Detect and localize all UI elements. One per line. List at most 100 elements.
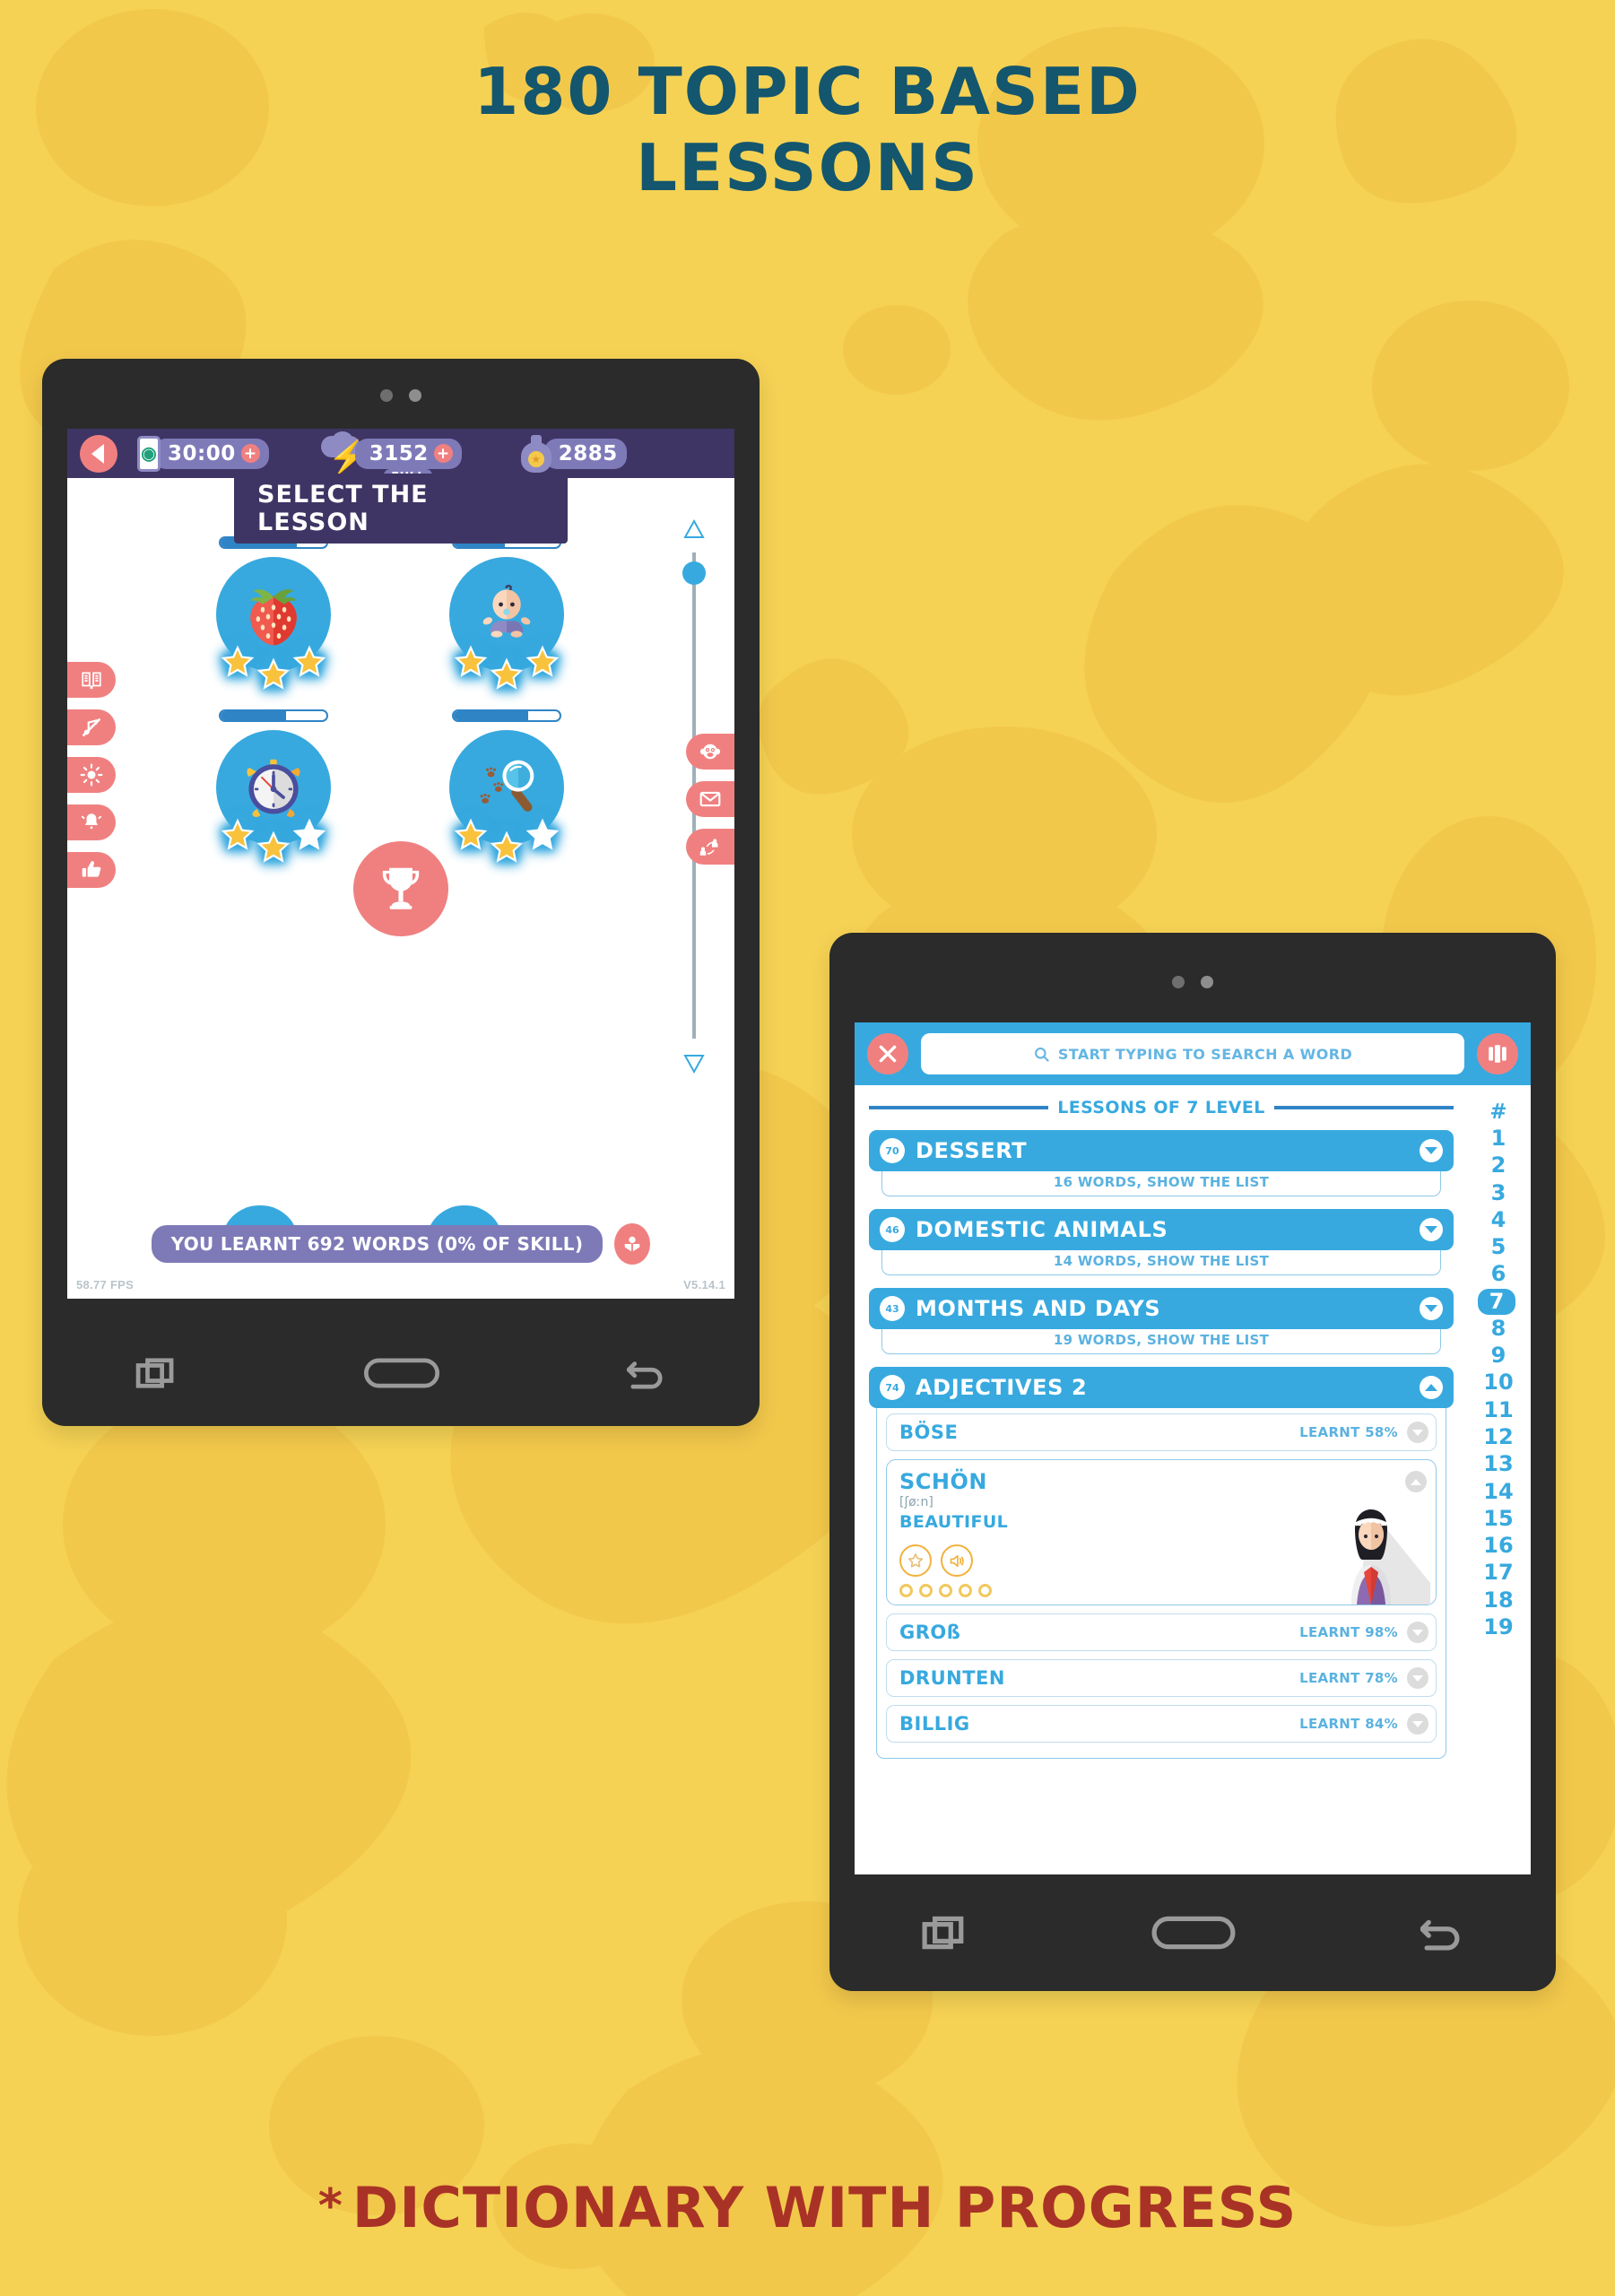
topic-header[interactable]: 46 DOMESTIC ANIMALS xyxy=(869,1209,1454,1250)
lesson-item-alarm-clock[interactable] xyxy=(184,709,363,863)
index-item-3[interactable]: 3 xyxy=(1491,1180,1506,1206)
chevron-down-icon[interactable] xyxy=(1407,1667,1428,1689)
topic-title: ADJECTIVES 2 xyxy=(916,1375,1088,1400)
chevron-down-icon[interactable] xyxy=(1407,1422,1428,1443)
index-item-5[interactable]: 5 xyxy=(1491,1234,1506,1260)
coins-group[interactable]: ★ 2885 xyxy=(520,434,627,473)
dictionary-shortcut-button[interactable] xyxy=(614,1223,651,1265)
close-button[interactable] xyxy=(867,1033,908,1074)
energy-add-button[interactable]: + xyxy=(433,444,453,463)
back-button[interactable] xyxy=(80,434,117,473)
index-item-8[interactable]: 8 xyxy=(1491,1316,1506,1342)
pronounce-button[interactable] xyxy=(941,1544,973,1577)
topic-subtitle[interactable]: 19 WORDS, SHOW THE LIST xyxy=(881,1326,1441,1354)
chevron-up-icon[interactable] xyxy=(1420,1376,1443,1399)
home-icon[interactable] xyxy=(363,1358,440,1388)
word-card-schoen[interactable]: SCHÖN [ʃøːn] BEAUTIFUL xyxy=(886,1459,1437,1605)
chevron-down-icon[interactable] xyxy=(1407,1622,1428,1643)
android-navbar xyxy=(42,1320,760,1426)
chevron-up-icon[interactable] xyxy=(1405,1471,1427,1492)
timer-add-button[interactable]: + xyxy=(240,444,260,463)
app-version: V5.14.1 xyxy=(683,1278,725,1292)
sidebar-item-sound-off[interactable] xyxy=(67,709,116,745)
index-item-12[interactable]: 12 xyxy=(1483,1424,1513,1450)
index-item-9[interactable]: 9 xyxy=(1491,1343,1506,1369)
index-item-1[interactable]: 1 xyxy=(1491,1126,1506,1152)
index-item-13[interactable]: 13 xyxy=(1483,1451,1513,1477)
word-row-billig[interactable]: BILLIG LEARNT 84% xyxy=(886,1705,1437,1743)
timer-pill[interactable]: 30:00 + xyxy=(153,438,269,469)
index-item-7-selected[interactable]: 7 xyxy=(1477,1288,1516,1315)
lesson-item-strawberry[interactable] xyxy=(184,536,363,690)
topic-subtitle[interactable]: 16 WORDS, SHOW THE LIST xyxy=(881,1168,1441,1196)
index-item-10[interactable]: 10 xyxy=(1483,1370,1513,1396)
recents-icon[interactable] xyxy=(922,1915,967,1951)
index-item-15[interactable]: 15 xyxy=(1483,1506,1513,1532)
search-icon xyxy=(1034,1047,1049,1062)
topic-header[interactable]: 70 DESSERT xyxy=(869,1130,1454,1171)
level-index-column[interactable]: # 1 2 3 4 5 6 7 8 9 10 11 12 13 14 15 16… xyxy=(1466,1085,1531,1874)
energy-pill[interactable]: 3152 + FULL xyxy=(354,438,462,486)
sidebar-item-mascot[interactable] xyxy=(686,734,734,770)
front-camera-row xyxy=(829,976,1556,988)
word-progress: LEARNT 78% xyxy=(1299,1670,1398,1686)
coins-pill[interactable]: 2885 xyxy=(543,438,627,469)
right-tool-rail xyxy=(686,734,734,865)
camera-sensor-icon xyxy=(380,389,393,402)
lesson-item-baby[interactable] xyxy=(417,536,596,690)
back-icon[interactable] xyxy=(1420,1915,1463,1951)
trophy-button[interactable] xyxy=(353,841,448,936)
index-item-4[interactable]: 4 xyxy=(1491,1207,1506,1233)
word-row-drunten[interactable]: DRUNTEN LEARNT 78% xyxy=(886,1659,1437,1697)
dictionary-screen: START TYPING TO SEARCH A WORD LESSONS OF… xyxy=(855,1022,1531,1874)
progress-badge: 70 xyxy=(880,1138,905,1163)
index-item-17[interactable]: 17 xyxy=(1483,1560,1513,1586)
back-triangle-icon xyxy=(91,443,104,464)
bell-icon xyxy=(81,813,102,830)
index-item-19[interactable]: 19 xyxy=(1483,1614,1513,1640)
sidebar-item-rate[interactable] xyxy=(67,852,116,888)
word-row-gross[interactable]: GROß LEARNT 98% xyxy=(886,1613,1437,1651)
lesson-icon-circle xyxy=(449,557,564,690)
triangle-down-icon[interactable] xyxy=(682,1053,706,1074)
sidebar-item-share[interactable] xyxy=(686,829,734,865)
lesson-select-title: SELECT THE LESSON xyxy=(234,474,568,544)
topic-title: MONTHS AND DAYS xyxy=(916,1296,1161,1321)
learnt-words-pill[interactable]: YOU LEARNT 692 WORDS (0% OF SKILL) xyxy=(151,1225,603,1263)
energy-group[interactable]: ⚡ 3152 + FULL xyxy=(319,430,462,486)
triangle-up-icon[interactable] xyxy=(682,518,706,540)
sidebar-item-notifications[interactable] xyxy=(67,804,116,840)
topic-subtitle[interactable]: 14 WORDS, SHOW THE LIST xyxy=(881,1247,1441,1275)
chevron-down-icon[interactable] xyxy=(1420,1218,1443,1241)
lesson-item-magnifier-paws[interactable] xyxy=(417,709,596,863)
sidebar-item-dictionary[interactable] xyxy=(67,662,116,698)
speaker-icon xyxy=(950,1554,964,1567)
recents-icon[interactable] xyxy=(135,1357,177,1389)
sidebar-item-mail[interactable] xyxy=(686,781,734,817)
index-item-2[interactable]: 2 xyxy=(1491,1152,1506,1178)
flashcards-button[interactable] xyxy=(1477,1033,1518,1074)
search-input[interactable]: START TYPING TO SEARCH A WORD xyxy=(921,1033,1464,1074)
back-icon[interactable] xyxy=(627,1357,666,1389)
topic-header[interactable]: 74 ADJECTIVES 2 xyxy=(869,1367,1454,1408)
index-item-18[interactable]: 18 xyxy=(1483,1587,1513,1613)
index-item-14[interactable]: 14 xyxy=(1483,1479,1513,1505)
music-off-icon xyxy=(82,718,100,736)
star-filled-icon xyxy=(490,831,524,863)
index-item-6[interactable]: 6 xyxy=(1491,1261,1506,1287)
topic-word-list: BÖSE LEARNT 58% SCHÖN [ʃøːn] BEAUTIFUL G… xyxy=(876,1405,1446,1759)
chevron-down-icon[interactable] xyxy=(1420,1139,1443,1162)
envelope-icon xyxy=(699,791,721,807)
favorite-button[interactable] xyxy=(899,1544,932,1577)
topic-header[interactable]: 43 MONTHS AND DAYS xyxy=(869,1288,1454,1329)
scrollbar-knob[interactable] xyxy=(682,561,706,585)
chevron-down-icon[interactable] xyxy=(1407,1713,1428,1735)
timer-group[interactable]: ◉ 30:00 + xyxy=(137,435,269,472)
lesson-progress-bar xyxy=(452,709,561,722)
index-item-16[interactable]: 16 xyxy=(1483,1533,1513,1559)
sidebar-item-brightness[interactable] xyxy=(67,757,116,793)
chevron-down-icon[interactable] xyxy=(1420,1297,1443,1320)
index-item-11[interactable]: 11 xyxy=(1483,1397,1513,1423)
home-icon[interactable] xyxy=(1151,1916,1236,1950)
word-row-boese[interactable]: BÖSE LEARNT 58% xyxy=(886,1413,1437,1451)
